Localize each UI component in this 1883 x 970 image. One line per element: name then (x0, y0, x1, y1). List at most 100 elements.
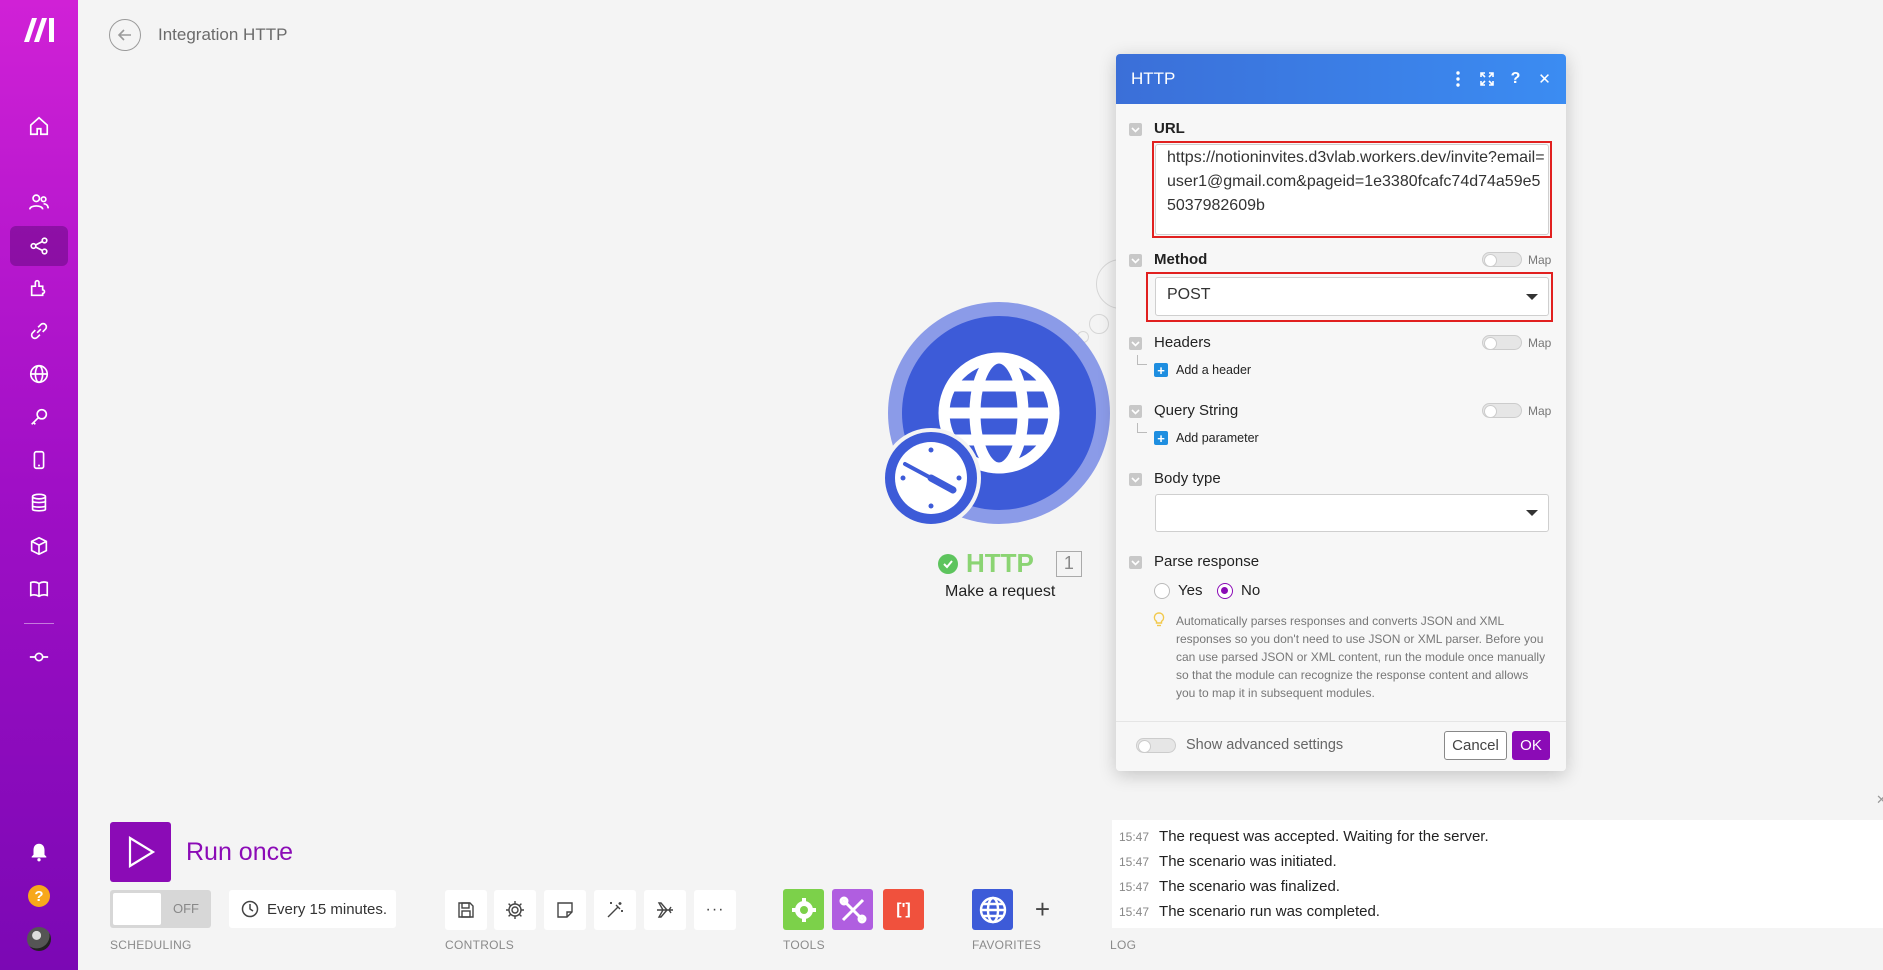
parse-response-hint: Automatically parses responses and conve… (1176, 614, 1546, 700)
collapse-method-icon[interactable] (1129, 254, 1142, 267)
arrow-left-icon (117, 29, 131, 41)
notes-button[interactable] (544, 890, 586, 930)
section-label-tools: TOOLS (783, 938, 825, 952)
docs-icon[interactable] (10, 569, 68, 609)
check-circle-icon (938, 553, 958, 574)
log-close-icon[interactable]: ✕ (1876, 792, 1883, 808)
add-header-button[interactable]: + Add a header (1154, 363, 1251, 378)
explain-flow-button[interactable] (644, 890, 686, 930)
sidebar: ? (0, 0, 78, 970)
advanced-settings-toggle[interactable]: Show advanced settings (1136, 737, 1343, 753)
tree-connector (1137, 355, 1147, 365)
schedule-clock-icon[interactable] (881, 428, 981, 528)
clock-face-icon (895, 442, 967, 514)
devices-icon[interactable] (10, 440, 68, 480)
save-button[interactable] (445, 890, 487, 930)
avatar[interactable] (10, 919, 68, 959)
help-question-icon[interactable]: ? (1506, 67, 1525, 91)
query-map-toggle[interactable]: Map (1482, 403, 1551, 418)
magic-wand-icon (607, 902, 623, 918)
add-parameter-button[interactable]: + Add parameter (1154, 431, 1259, 446)
expand-icon[interactable] (1477, 67, 1496, 91)
globe-icon (979, 896, 1006, 923)
flow-icon[interactable] (10, 637, 68, 677)
dialog-header: HTTP ? ✕ (1116, 54, 1566, 104)
headers-map-toggle[interactable]: Map (1482, 335, 1551, 350)
body-type-select[interactable] (1155, 494, 1549, 532)
collapse-headers-icon[interactable] (1129, 337, 1142, 350)
method-label: Method (1154, 251, 1208, 268)
add-favorite-button[interactable]: + (1022, 889, 1063, 930)
chevron-down-icon (1526, 294, 1538, 300)
method-value: POST (1167, 286, 1211, 303)
page-title: Integration HTTP (158, 25, 288, 44)
module-title: HTTP 1 (938, 548, 1082, 579)
ellipsis-icon: ··· (705, 901, 725, 918)
collapse-url-icon[interactable] (1129, 123, 1142, 136)
section-label-scheduling: SCHEDULING (110, 938, 192, 952)
schedule-setting[interactable]: Every 15 minutes. (229, 890, 396, 928)
thought-bubble-small (1089, 314, 1109, 334)
scheduling-toggle[interactable]: OFF (110, 890, 211, 928)
clock-icon (241, 900, 259, 918)
favorite-http-button[interactable] (972, 889, 1013, 930)
keys-icon[interactable] (10, 397, 68, 437)
team-icon[interactable] (10, 182, 68, 222)
query-string-label: Query String (1154, 402, 1239, 419)
sidebar-divider (24, 623, 54, 624)
log-item: 15:47 The scenario run was completed. (1119, 903, 1380, 920)
module-name: HTTP (966, 548, 1034, 578)
kebab-menu-icon[interactable] (1448, 67, 1467, 91)
collapse-parse-icon[interactable] (1129, 556, 1142, 569)
more-button[interactable]: ··· (694, 890, 736, 930)
close-icon[interactable]: ✕ (1535, 67, 1554, 91)
webhooks-icon[interactable] (10, 354, 68, 394)
schedule-text: Every 15 minutes. (267, 900, 388, 918)
parse-response-label: Parse response (1154, 553, 1260, 570)
brackets-icon: ['] (896, 900, 911, 918)
plus-icon: + (1154, 363, 1168, 378)
log-item: 15:47 The request was accepted. Waiting f… (1119, 828, 1489, 845)
gear-tool-icon (791, 897, 816, 922)
headers-label: Headers (1154, 334, 1211, 351)
collapse-body-icon[interactable] (1129, 473, 1142, 486)
plus-icon: + (1034, 894, 1051, 924)
url-label: URL (1154, 120, 1185, 137)
parse-no-radio[interactable]: No (1217, 582, 1260, 599)
run-once-button[interactable] (110, 822, 171, 882)
run-once-label[interactable]: Run once (186, 838, 293, 867)
play-icon (128, 836, 155, 868)
save-icon (458, 902, 474, 918)
gear-icon (506, 901, 524, 919)
settings-button[interactable] (494, 890, 536, 930)
ok-button[interactable]: OK (1512, 731, 1550, 760)
url-value: https://notioninvites.d3vlab.workers.dev… (1167, 149, 1545, 214)
collapse-query-icon[interactable] (1129, 405, 1142, 418)
plus-icon: + (1154, 431, 1168, 446)
logo-icon[interactable] (20, 12, 58, 46)
section-label-favorites: FAVORITES (972, 938, 1042, 952)
flow-control-button[interactable] (832, 889, 873, 930)
apps-icon[interactable] (10, 268, 68, 308)
auto-align-button[interactable] (594, 890, 636, 930)
method-map-toggle[interactable]: Map (1482, 252, 1551, 267)
text-parser-button[interactable]: ['] (883, 889, 924, 930)
notifications-icon[interactable] (10, 832, 68, 872)
method-select[interactable] (1155, 277, 1549, 316)
section-label-log: LOG (1110, 938, 1137, 952)
toggle-state: OFF (173, 901, 199, 916)
note-icon (557, 902, 573, 918)
cancel-button[interactable]: Cancel (1444, 731, 1507, 760)
http-module-dialog: HTTP ? ✕ URL https://notioninvites.d3vla… (1116, 54, 1566, 771)
datastructures-icon[interactable] (10, 526, 68, 566)
scenarios-icon[interactable] (10, 226, 68, 266)
connections-icon[interactable] (10, 311, 68, 351)
back-button[interactable] (109, 19, 141, 51)
airplane-icon (657, 902, 673, 918)
parse-yes-radio[interactable]: Yes (1154, 582, 1202, 599)
dialog-title: HTTP (1131, 69, 1176, 88)
home-icon[interactable] (10, 106, 68, 146)
datastores-icon[interactable] (10, 483, 68, 523)
tools-button[interactable] (783, 889, 824, 930)
help-icon[interactable]: ? (10, 876, 68, 916)
